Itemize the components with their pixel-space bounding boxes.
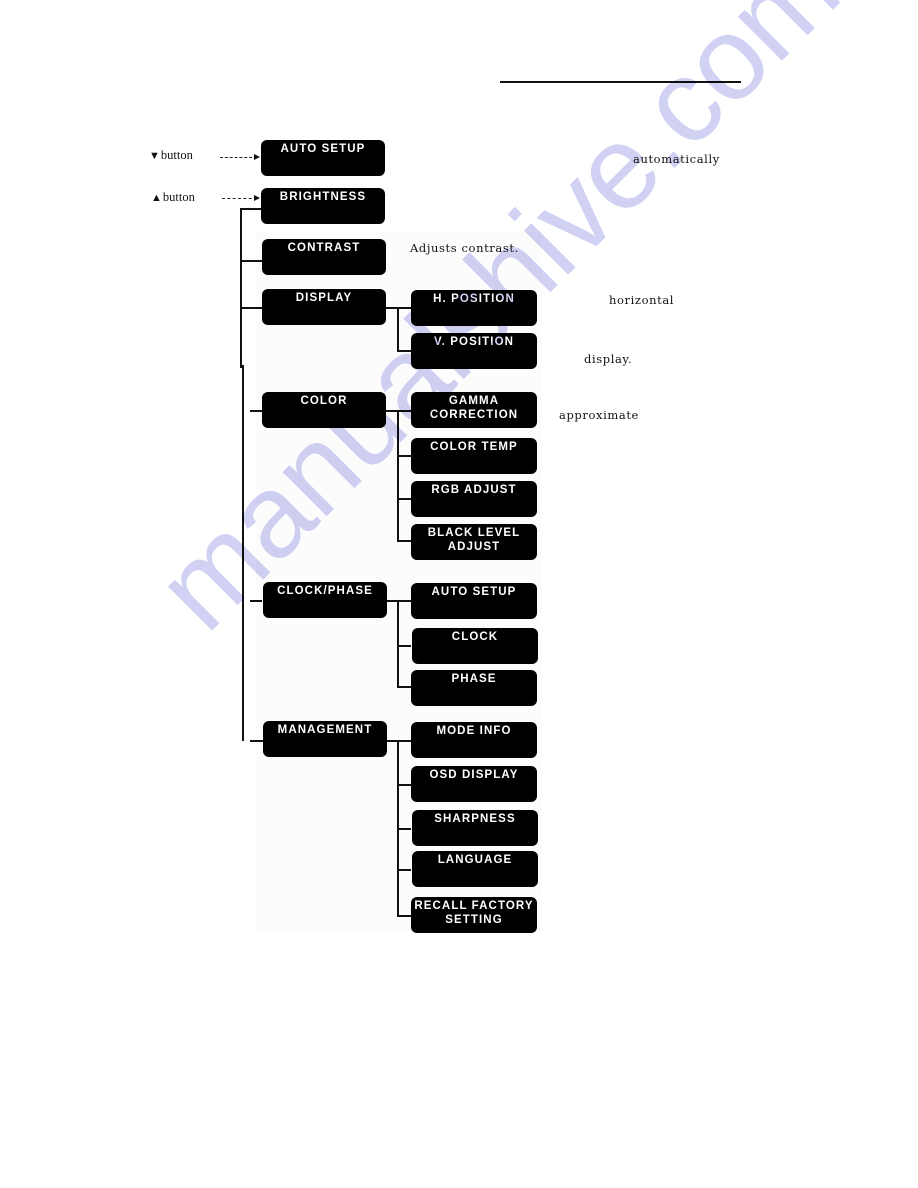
submenu-black-level-adjust[interactable]: BLACK LEVEL ADJUST bbox=[411, 524, 537, 560]
connector-management-sub bbox=[387, 740, 411, 742]
connector-osd-display bbox=[397, 784, 411, 786]
main-spine-upper bbox=[240, 208, 242, 368]
note-contrast: Adjusts contrast. bbox=[410, 241, 519, 255]
triangle-down-icon: ▼ bbox=[149, 150, 160, 162]
connector-management bbox=[250, 740, 263, 742]
down-arrow-icon bbox=[220, 154, 260, 160]
note-auto-setup: automatically bbox=[633, 152, 720, 166]
submenu-h-position[interactable]: H. POSITION bbox=[411, 290, 537, 326]
submenu-osd-display[interactable]: OSD DISPLAY bbox=[411, 766, 537, 802]
submenu-phase[interactable]: PHASE bbox=[411, 670, 537, 706]
connector-color-temp bbox=[397, 455, 411, 457]
triangle-up-icon: ▲ bbox=[151, 192, 162, 204]
menu-clock-phase[interactable]: CLOCK/PHASE bbox=[263, 582, 387, 618]
submenu-sharpness[interactable]: SHARPNESS bbox=[412, 810, 538, 846]
submenu-color-temp[interactable]: COLOR TEMP bbox=[411, 438, 537, 474]
submenu-recall-factory-setting[interactable]: RECALL FACTORY SETTING bbox=[411, 897, 537, 933]
connector-clock-phase-sub bbox=[387, 600, 411, 602]
note-gamma: approximate bbox=[559, 408, 639, 422]
connector-black-level bbox=[397, 540, 411, 542]
connector-clock-phase bbox=[250, 600, 262, 602]
display-sub-spine bbox=[397, 307, 399, 351]
connector-color-sub bbox=[386, 410, 411, 412]
connector-sharpness bbox=[397, 828, 411, 830]
connector-phase bbox=[397, 686, 411, 688]
connector-color bbox=[250, 410, 262, 412]
up-button-label: ▲button bbox=[151, 190, 195, 205]
manual-page: ▼button ▲button AUTO SETUP BRIGHTNESS CO… bbox=[0, 0, 918, 1188]
connector-contrast bbox=[240, 260, 262, 262]
submenu-auto-setup[interactable]: AUTO SETUP bbox=[411, 583, 537, 619]
clock-phase-sub-spine bbox=[397, 600, 399, 687]
connector-recall-factory bbox=[397, 915, 411, 917]
submenu-clock[interactable]: CLOCK bbox=[412, 628, 538, 664]
connector-rgb-adjust bbox=[397, 498, 411, 500]
note-v-position: display. bbox=[584, 352, 633, 366]
connector-brightness bbox=[240, 208, 262, 210]
down-button-label: ▼button bbox=[149, 148, 193, 163]
main-spine-lower bbox=[242, 365, 244, 741]
submenu-language[interactable]: LANGUAGE bbox=[412, 851, 538, 887]
menu-auto-setup[interactable]: AUTO SETUP bbox=[261, 140, 385, 176]
menu-color[interactable]: COLOR bbox=[262, 392, 386, 428]
header-rule bbox=[500, 81, 741, 83]
submenu-rgb-adjust[interactable]: RGB ADJUST bbox=[411, 481, 537, 517]
down-button-text: button bbox=[160, 148, 193, 162]
color-sub-spine bbox=[397, 410, 399, 541]
menu-brightness[interactable]: BRIGHTNESS bbox=[261, 188, 385, 224]
menu-management[interactable]: MANAGEMENT bbox=[263, 721, 387, 757]
connector-clock bbox=[397, 645, 411, 647]
submenu-v-position[interactable]: V. POSITION bbox=[411, 333, 537, 369]
connector-display bbox=[240, 307, 262, 309]
menu-contrast[interactable]: CONTRAST bbox=[262, 239, 386, 275]
up-arrow-icon bbox=[222, 195, 260, 201]
connector-v-position bbox=[397, 350, 411, 352]
menu-display[interactable]: DISPLAY bbox=[262, 289, 386, 325]
note-h-position: horizontal bbox=[609, 293, 675, 307]
submenu-gamma-correction[interactable]: GAMMA CORRECTION bbox=[411, 392, 537, 428]
connector-display-sub bbox=[386, 307, 411, 309]
up-button-text: button bbox=[162, 190, 195, 204]
connector-language bbox=[397, 869, 411, 871]
submenu-mode-info[interactable]: MODE INFO bbox=[411, 722, 537, 758]
